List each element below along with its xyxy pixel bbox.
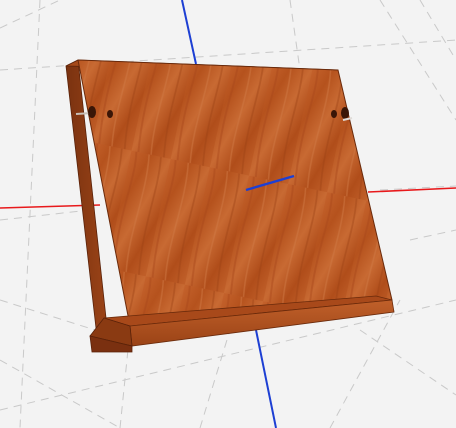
- scene-canvas[interactable]: [0, 0, 456, 428]
- board-front-face[interactable]: [77, 59, 393, 327]
- hole-left: [107, 110, 113, 118]
- hole-right: [331, 110, 337, 118]
- cad-3d-viewport[interactable]: [0, 0, 456, 428]
- wooden-board-stand[interactable]: [65, 59, 395, 353]
- z-axis-line-bottom: [255, 329, 277, 428]
- z-axis-line: [181, 0, 197, 65]
